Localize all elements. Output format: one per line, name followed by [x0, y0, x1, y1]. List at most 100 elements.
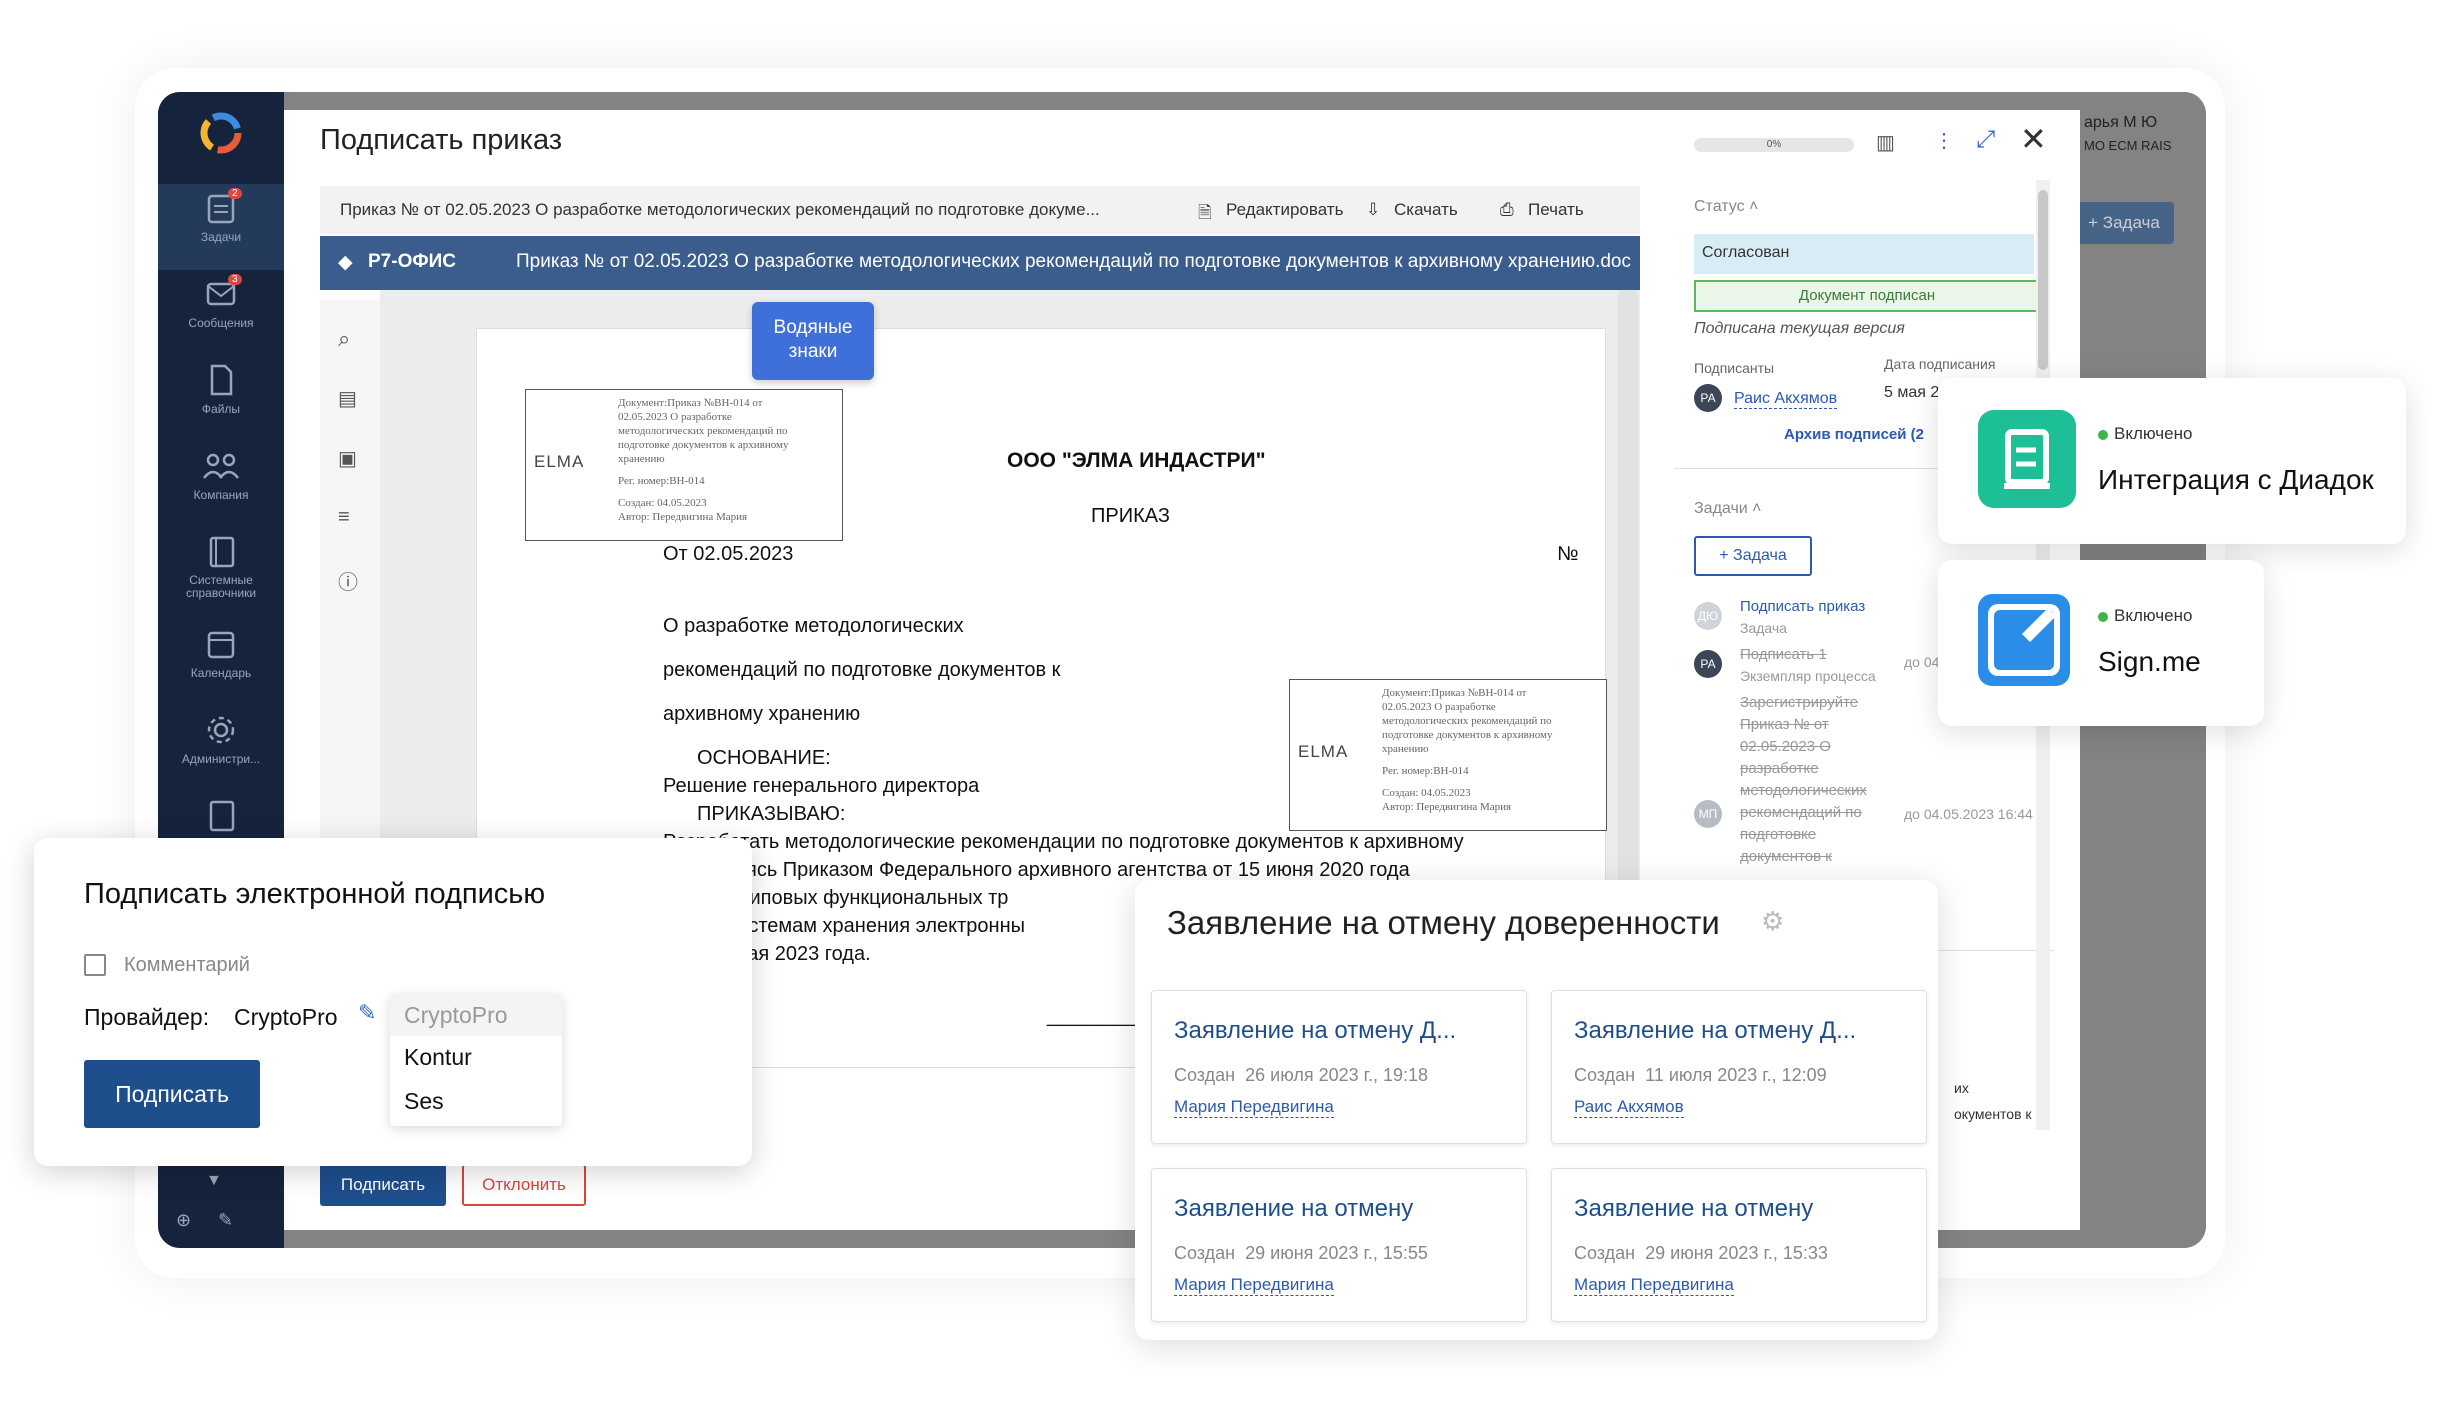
doc-subject: рекомендаций по подготовке документов к — [663, 659, 1061, 681]
wrench-icon[interactable]: ✎ — [218, 1210, 233, 1231]
claim-title[interactable]: Заявление на отмену — [1174, 1195, 1413, 1223]
comment-icon[interactable]: ▤ — [338, 386, 357, 411]
provider-dropdown: CryptoPro Kontur Ses — [390, 994, 562, 1126]
signature-stamp: ELMA Документ:Приказ №ВН-014 от 02.05.20… — [525, 389, 843, 541]
sidebar-item-messages[interactable]: 3 Сообщения — [158, 270, 284, 356]
claim-card[interactable]: Заявление на отмену Создан 29 июня 2023 … — [1551, 1168, 1927, 1322]
claim-title[interactable]: Заявление на отмену — [1574, 1195, 1813, 1223]
collapse-icon[interactable]: ▼ — [206, 1172, 222, 1190]
close-icon[interactable]: ✕ — [2020, 120, 2047, 158]
claim-card[interactable]: Заявление на отмену Д... Создан 11 июля … — [1551, 990, 1927, 1144]
claim-author[interactable]: Мария Передвигина — [1574, 1275, 1734, 1296]
claim-author[interactable]: Мария Передвигина — [1174, 1097, 1334, 1118]
task-title[interactable]: Подписать приказ — [1740, 598, 1865, 615]
watermark-tooltip[interactable]: Водяные знаки — [752, 302, 874, 380]
document-toolbar: Приказ № от 02.05.2023 О разработке мето… — [320, 186, 1640, 234]
signed-badge: Документ подписан — [1694, 280, 2040, 312]
gear-icon[interactable]: ⚙ — [1761, 906, 1784, 937]
stamp-line: хранению — [1382, 743, 1429, 755]
integration-card-diadoc[interactable]: Включено Интеграция с Диадок — [1938, 378, 2406, 544]
sidebar-item-label: Компания — [193, 488, 249, 502]
integration-card-signme[interactable]: Включено Sign.me — [1938, 560, 2264, 726]
chat-icon[interactable]: ▣ — [338, 446, 357, 471]
sidebar-item-calendar[interactable]: Календарь — [158, 620, 284, 706]
claim-title[interactable]: Заявление на отмену Д... — [1174, 1017, 1456, 1045]
download-button[interactable]: Скачать — [1394, 200, 1458, 220]
status-value: Согласован — [1694, 234, 2034, 274]
stamp-line: Документ:Приказ №ВН-014 от — [618, 397, 763, 409]
watermark-line: знаки — [788, 341, 838, 362]
archive-link[interactable]: Архив подписей (2 — [1784, 426, 1924, 443]
pencil-icon[interactable]: ✎ — [358, 1000, 376, 1026]
reject-button[interactable]: Отклонить — [462, 1164, 586, 1206]
task-title[interactable]: Подписать 1 — [1740, 646, 1827, 663]
order-heading: ПРИКАЗЫВАЮ: — [697, 803, 846, 825]
info-icon[interactable]: ⓘ — [338, 566, 358, 595]
sidebar-item-label: Системные справочники — [185, 573, 257, 600]
provider-option[interactable]: Ses — [404, 1088, 444, 1115]
user-name: арья М Ю — [2084, 114, 2158, 131]
editor-doc-title: Приказ № от 02.05.2023 О разработке мето… — [516, 251, 1631, 272]
signme-icon — [1978, 594, 2070, 686]
stamp-logo: ELMA — [534, 452, 585, 471]
sidebar-item-directories[interactable]: Системные справочники — [158, 528, 284, 614]
claim-title[interactable]: Заявление на отмену Д... — [1574, 1017, 1856, 1045]
editor-name: Р7-ОФИС — [368, 251, 456, 272]
editor-side-tools: ⌕ ▤ ▣ ≡ ⓘ — [320, 300, 380, 860]
add-task-top-button[interactable]: + Задача — [2074, 202, 2174, 244]
expand-icon[interactable]: ⤢ — [1976, 126, 1995, 154]
people-icon — [203, 453, 239, 479]
file-icon — [210, 364, 233, 396]
comment-checkbox[interactable] — [84, 954, 106, 976]
signed-note: Подписана текущая версия — [1694, 320, 1905, 337]
navigation-icon[interactable]: ≡ — [338, 506, 350, 529]
sign-date: 5 мая 2 — [1884, 384, 1940, 401]
claim-card[interactable]: Заявление на отмену Создан 29 июня 2023 … — [1151, 1168, 1527, 1322]
sidebar-item-label: Файлы — [201, 402, 241, 416]
more-icon[interactable]: ⋮ — [1934, 128, 1954, 153]
tasks-label[interactable]: Задачи ˄ — [1694, 500, 1762, 518]
sidebar-item-admin[interactable]: Администри... — [158, 706, 284, 792]
signer-link[interactable]: Раис Акхямов — [1734, 390, 1838, 409]
provider-option[interactable]: Kontur — [404, 1044, 472, 1071]
basis-text: Решение генерального директора — [663, 775, 980, 797]
stamp-line: Документ:Приказ №ВН-014 от — [1382, 687, 1527, 699]
scroll-thumb[interactable] — [2038, 190, 2048, 370]
edit-button[interactable]: Редактировать — [1226, 200, 1343, 220]
claim-date: Создан 26 июля 2023 г., 19:18 — [1174, 1065, 1429, 1085]
sidebar-item-files[interactable]: Файлы — [158, 356, 284, 442]
app-logo — [196, 108, 246, 158]
sign-date-label: Дата подписания — [1884, 356, 1996, 372]
claim-card[interactable]: Заявление на отмену Д... Создан 26 июля … — [1151, 990, 1527, 1144]
add-icon[interactable]: ⊕ — [176, 1210, 191, 1231]
stamp-reg: Рег. номер:ВН-014 — [1382, 765, 1469, 777]
claim-date: Создан 29 июня 2023 г., 15:33 — [1574, 1243, 1828, 1263]
document-title: Приказ № от 02.05.2023 О разработке мето… — [340, 200, 1100, 219]
provider-option-selected[interactable]: CryptoPro — [390, 994, 562, 1036]
sidebar-item-tasks[interactable]: 2 Задачи — [158, 184, 284, 270]
claim-author[interactable]: Мария Передвигина — [1174, 1275, 1334, 1296]
comment-label: Комментарий — [124, 954, 250, 976]
signers-label: Подписанты — [1694, 360, 1775, 376]
sidebar-item-company[interactable]: Компания — [158, 442, 284, 528]
stamp-text: Документ:Приказ №ВН-014 от 02.05.2023 О … — [1382, 686, 1553, 814]
status-dot — [2098, 430, 2108, 440]
sign-footer-button[interactable]: Подписать — [320, 1164, 446, 1206]
sidebar-item-label: Сообщения — [188, 316, 254, 330]
provider-label: Провайдер: — [84, 1004, 210, 1030]
task-sub: Экземпляр процесса — [1740, 668, 1876, 684]
stamp-line: подготовке документов к архивному — [618, 439, 789, 451]
status-dot — [2098, 612, 2108, 622]
map-icon[interactable]: ▥ — [1876, 130, 1895, 155]
add-task-button[interactable]: + Задача — [1694, 536, 1812, 576]
claim-author[interactable]: Раис Акхямов — [1574, 1097, 1684, 1118]
sign-dialog-button[interactable]: Подписать — [84, 1060, 260, 1128]
panel-fragment: их — [1954, 1080, 1969, 1096]
print-button[interactable]: Печать — [1528, 200, 1584, 220]
status-label[interactable]: Статус ˄ — [1694, 198, 1758, 216]
task-title[interactable]: Зарегистрируйте Приказ № от 02.05.2023 О… — [1740, 692, 1900, 868]
task-due: до 04.05.2023 16:44 — [1904, 806, 2033, 822]
integration-status: Включено — [2114, 424, 2193, 443]
stamp-line: хранению — [618, 453, 665, 465]
search-icon[interactable]: ⌕ — [338, 326, 350, 352]
